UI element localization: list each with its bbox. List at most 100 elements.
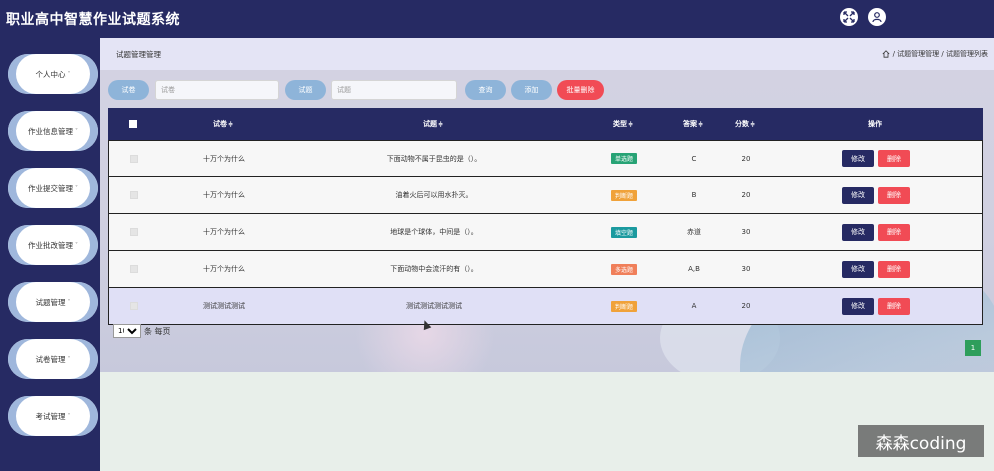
main-content: 试题管理管理 / 试题管理管理 / 试题管理列表 试卷 试题 查询 添加 批量删… xyxy=(100,38,994,372)
cell-answer: B xyxy=(691,191,697,199)
edit-button[interactable]: 修改 xyxy=(842,186,874,204)
column-header-actions: 操作 xyxy=(868,120,882,128)
cell-paper: 十万个为什么 xyxy=(203,191,245,199)
cell-question: 测试测试测试测试 xyxy=(406,302,462,310)
sidebar-item-homework-grading[interactable]: 作业批改管理 ˅ xyxy=(8,225,98,265)
type-badge: 填空题 xyxy=(610,226,637,238)
question-table: 试卷 ≑ 试题 ≑ 类型 ≑ 答案 ≑ 分数 ≑ 操作 十万个为什么 下面动物不属于昆虫的… xyxy=(108,108,983,325)
watermark: 森森coding xyxy=(858,425,984,457)
cell-question: 下面动物不属于昆虫的是（）。 xyxy=(386,154,482,163)
chevron-down-icon: ˅ xyxy=(75,127,78,135)
row-checkbox[interactable] xyxy=(130,154,138,163)
table-row: 测试测试测试 测试测试测试测试 判断题 A 20 修改 删除 xyxy=(108,288,983,325)
sidebar-item-label: 作业信息管理 xyxy=(28,126,73,136)
sort-icon: ≑ xyxy=(749,120,756,128)
sidebar-item-label: 试题管理 xyxy=(35,297,66,307)
delete-button[interactable]: 删除 xyxy=(878,260,910,278)
column-header-answer[interactable]: 答案 ≑ xyxy=(668,108,718,140)
cell-score: 20 xyxy=(741,191,751,199)
sort-icon: ≑ xyxy=(627,120,634,128)
sidebar-item-label: 试卷管理 xyxy=(35,354,66,364)
home-icon[interactable] xyxy=(882,50,890,58)
cell-question: 下面动物中会流汗的有（）。 xyxy=(390,265,478,273)
edit-button[interactable]: 修改 xyxy=(842,297,874,315)
sidebar-item-label: 作业提交管理 xyxy=(28,183,73,193)
table-header: 试卷 ≑ 试题 ≑ 类型 ≑ 答案 ≑ 分数 ≑ 操作 xyxy=(108,108,983,140)
sidebar-item-homework-info[interactable]: 作业信息管理 ˅ xyxy=(8,111,98,151)
question-search-input[interactable] xyxy=(331,80,457,100)
paper-filter-label: 试卷 xyxy=(108,80,149,100)
page-size-select[interactable]: 10 xyxy=(113,324,141,338)
type-badge: 判断题 xyxy=(610,300,637,312)
page-size-label: 条 每页 xyxy=(144,327,171,336)
delete-button[interactable]: 删除 xyxy=(878,223,910,241)
row-checkbox[interactable] xyxy=(130,191,138,199)
table-row: 十万个为什么 下面动物中会流汗的有（）。 多选题 A,B 30 修改 删除 xyxy=(108,251,983,288)
cell-paper: 十万个为什么 xyxy=(203,228,245,236)
table-row: 十万个为什么 地球是个球体，中间是（）。 填空题 赤道 30 修改 删除 xyxy=(108,214,983,251)
select-all-checkbox[interactable] xyxy=(129,120,137,128)
edit-button[interactable]: 修改 xyxy=(842,260,874,278)
cell-answer: A,B xyxy=(688,265,700,273)
row-checkbox[interactable] xyxy=(130,302,138,310)
app-title: 职业高中智慧作业试题系统 xyxy=(6,12,180,28)
breadcrumb: / 试题管理管理 / 试题管理列表 xyxy=(882,49,988,59)
delete-button[interactable]: 删除 xyxy=(878,297,910,315)
sidebar-item-personal-center[interactable]: 个人中心 ˅ xyxy=(8,54,98,94)
top-navbar: 职业高中智慧作业试题系统 xyxy=(0,0,994,38)
chevron-down-icon: ˅ xyxy=(75,184,78,192)
delete-button[interactable]: 删除 xyxy=(878,186,910,204)
sidebar-item-homework-submit[interactable]: 作业提交管理 ˅ xyxy=(8,168,98,208)
page-number-button[interactable]: 1 xyxy=(965,340,981,356)
paper-search-input[interactable] xyxy=(155,80,279,100)
row-checkbox[interactable] xyxy=(130,265,138,273)
cell-paper: 十万个为什么 xyxy=(203,154,245,163)
table-row: 十万个为什么 下面动物不属于昆虫的是（）。 单选题 C 20 修改 删除 xyxy=(108,140,983,177)
type-badge: 单选题 xyxy=(610,153,637,164)
batch-delete-button[interactable]: 批量删除 xyxy=(557,80,604,100)
sort-icon: ≑ xyxy=(227,120,234,128)
delete-button[interactable]: 删除 xyxy=(878,150,910,167)
column-header-question[interactable]: 试题 ≑ xyxy=(343,108,523,140)
cell-paper: 十万个为什么 xyxy=(203,265,245,273)
type-badge: 判断题 xyxy=(610,189,637,201)
page-title: 试题管理管理 xyxy=(116,50,161,59)
type-badge: 多选题 xyxy=(610,263,637,275)
cell-score: 30 xyxy=(741,228,751,236)
sidebar-item-label: 考试管理 xyxy=(35,411,66,421)
chevron-down-icon: ˅ xyxy=(75,241,78,249)
cell-answer: C xyxy=(691,154,697,163)
sidebar-item-label: 个人中心 xyxy=(35,69,66,79)
chevron-down-icon: ˅ xyxy=(67,70,71,78)
question-filter-label: 试题 xyxy=(285,80,326,100)
chevron-down-icon: ˅ xyxy=(67,355,71,363)
cell-score: 20 xyxy=(741,154,751,163)
edit-button[interactable]: 修改 xyxy=(842,223,874,241)
user-icon[interactable] xyxy=(868,8,886,26)
breadcrumb-path: / 试题管理管理 / 试题管理列表 xyxy=(892,50,988,58)
sidebar-item-question-manage[interactable]: 试题管理 ˅ xyxy=(8,282,98,322)
edit-button[interactable]: 修改 xyxy=(842,150,874,167)
cell-question: 地球是个球体，中间是（）。 xyxy=(390,228,478,236)
table-row: 十万个为什么 油着火后可以用水扑灭。 判断题 B 20 修改 删除 xyxy=(108,177,983,214)
column-header-type[interactable]: 类型 ≑ xyxy=(598,108,648,140)
sidebar-item-paper-manage[interactable]: 试卷管理 ˅ xyxy=(8,339,98,379)
add-button[interactable]: 添加 xyxy=(511,80,552,100)
sidebar-item-exam-manage[interactable]: 考试管理 ˅ xyxy=(8,396,98,436)
cell-score: 30 xyxy=(741,265,751,273)
column-header-score[interactable]: 分数 ≑ xyxy=(720,108,770,140)
fullscreen-icon[interactable] xyxy=(840,8,858,26)
column-header-paper[interactable]: 试卷 ≑ xyxy=(168,108,278,140)
breadcrumb-bar: 试题管理管理 / 试题管理管理 / 试题管理列表 xyxy=(100,38,994,70)
query-button[interactable]: 查询 xyxy=(465,80,506,100)
chevron-down-icon: ˅ xyxy=(67,298,71,306)
cell-question: 油着火后可以用水扑灭。 xyxy=(395,191,473,199)
cell-answer: 赤道 xyxy=(687,228,701,236)
sidebar-item-label: 作业批改管理 xyxy=(28,240,73,250)
chevron-down-icon: ˅ xyxy=(67,412,71,420)
cell-score: 20 xyxy=(741,302,751,310)
cell-paper: 测试测试测试 xyxy=(203,302,245,310)
sort-icon: ≑ xyxy=(697,120,704,128)
row-checkbox[interactable] xyxy=(130,228,138,236)
sort-icon: ≑ xyxy=(437,120,444,128)
